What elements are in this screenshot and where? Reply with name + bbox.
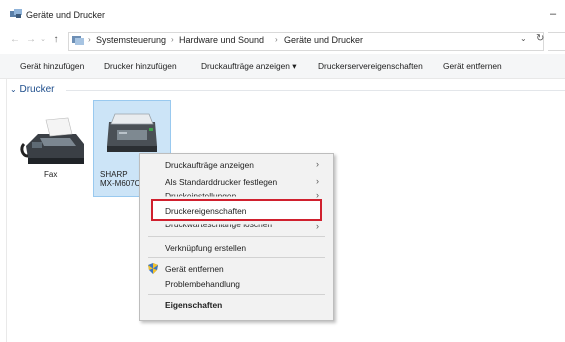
chevron-down-icon: ⌄: [10, 85, 17, 94]
group-header-drucker[interactable]: ⌄ Drucker: [10, 84, 55, 95]
chevron-right-icon: ›: [316, 221, 319, 231]
print-server-properties-button[interactable]: Druckerservereigenschaften: [318, 61, 423, 71]
shield-icon: [148, 263, 158, 274]
recent-chevron-icon[interactable]: ⌄: [36, 33, 50, 47]
breadcrumb-separator: ›: [275, 35, 278, 44]
menu-item-create-shortcut[interactable]: Verknüpfung erstellen: [165, 243, 246, 253]
chevron-right-icon: ›: [316, 176, 319, 186]
group-label: Drucker: [19, 84, 55, 95]
breadcrumb-separator: ›: [171, 35, 174, 44]
menu-item-remove-device[interactable]: Gerät entfernen: [165, 264, 224, 274]
up-arrow-icon[interactable]: ↑: [49, 33, 63, 47]
menu-item-troubleshoot[interactable]: Problembehandlung: [165, 279, 240, 289]
minimize-button[interactable]: –: [545, 7, 561, 21]
breadcrumb-separator: ›: [88, 35, 91, 44]
back-arrow-icon[interactable]: ←: [8, 33, 22, 47]
breadcrumb-geraete-drucker[interactable]: Geräte und Drucker: [284, 35, 363, 45]
group-divider: [66, 90, 565, 91]
devices-printers-icon: [10, 9, 22, 18]
window-title: Geräte und Drucker: [26, 10, 106, 20]
remove-device-button[interactable]: Gerät entfernen: [443, 61, 502, 71]
add-device-button[interactable]: Gerät hinzufügen: [20, 61, 84, 71]
control-panel-icon: [72, 36, 84, 45]
menu-separator: [148, 294, 325, 295]
pane-border: [6, 78, 7, 342]
breadcrumb-systemsteuerung[interactable]: Systemsteuerung: [96, 35, 166, 45]
breadcrumb-hardware-sound[interactable]: Hardware und Sound: [179, 35, 264, 45]
menu-item-set-default[interactable]: Als Standarddrucker festlegen: [165, 177, 277, 187]
fax-label: Fax: [44, 170, 58, 179]
printer-label-model: MX-M607C: [100, 179, 141, 188]
add-printer-button[interactable]: Drucker hinzufügen: [104, 61, 177, 71]
search-box[interactable]: [548, 32, 565, 51]
menu-item-printer-properties[interactable]: Druckereigenschaften: [165, 206, 246, 216]
printer-label-brand: SHARP: [100, 170, 128, 179]
see-print-jobs-button[interactable]: Druckaufträge anzeigen ▾: [201, 61, 296, 71]
menu-item-see-print-jobs[interactable]: Druckaufträge anzeigen: [165, 160, 254, 170]
printer-icon: [107, 113, 157, 152]
chevron-down-icon[interactable]: ⌄: [520, 34, 527, 43]
menu-separator: [148, 236, 325, 237]
menu-separator: [148, 257, 325, 258]
menu-item-properties[interactable]: Eigenschaften: [165, 300, 222, 310]
refresh-icon[interactable]: ↻: [536, 33, 544, 44]
chevron-right-icon: ›: [316, 159, 319, 169]
